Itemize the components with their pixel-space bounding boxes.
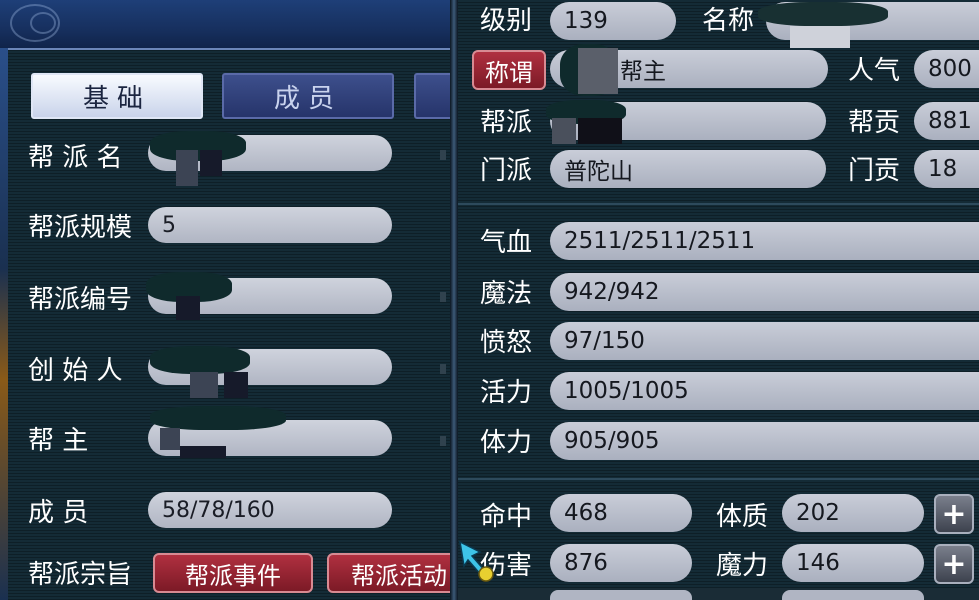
sect-value: 普陀山 [564, 159, 633, 185]
redacted-mask [224, 372, 248, 398]
partial-field [550, 590, 692, 600]
stat-field-rage: 97/150 [550, 322, 979, 360]
scroll-marker [440, 364, 446, 374]
sect-contribution-label: 门贡 [848, 156, 901, 186]
redacted-mask [758, 2, 888, 26]
contribution-label: 帮贡 [848, 108, 901, 138]
members-label: 成 员 [28, 498, 89, 528]
redacted-mask [150, 346, 250, 374]
tab-members[interactable]: 成员 [222, 73, 394, 119]
accuracy-label: 命中 [480, 502, 533, 532]
guild-size-value: 5 [162, 212, 176, 238]
level-label: 级别 [480, 6, 533, 36]
guild-info-panel: 基础 成员 帮 派 名 帮派规模 5 帮派编号 创 始 人 帮 主 成 员 58… [0, 0, 477, 600]
stat-label-rage: 愤怒 [480, 328, 533, 358]
constitution-label: 体质 [716, 502, 769, 532]
window-frame-edge [0, 48, 8, 600]
popularity-label: 人气 [848, 56, 901, 86]
leader-label: 帮 主 [28, 426, 89, 456]
stat-label-hp: 气血 [480, 228, 533, 258]
header-swirl-ornament [30, 12, 56, 34]
popularity-field: 800 [914, 50, 979, 88]
sect-label: 门派 [480, 156, 533, 186]
redacted-mask [578, 48, 618, 94]
redacted-mask [578, 118, 622, 144]
stat-field-vitality: 1005/1005 [550, 372, 979, 410]
scroll-marker [440, 150, 446, 160]
redacted-mask [552, 118, 576, 144]
redacted-mask [790, 26, 850, 48]
stat-label-mp: 魔法 [480, 279, 533, 309]
scroll-marker [440, 292, 446, 302]
members-field: 58/78/160 [148, 492, 392, 528]
contribution-value: 881 [928, 108, 972, 134]
stat-value-rage: 97/150 [564, 328, 645, 354]
constitution-value: 202 [796, 500, 840, 526]
redacted-mask [180, 446, 226, 458]
title-button[interactable]: 称谓 [472, 50, 546, 90]
guild-events-button-label: 帮派事件 [185, 561, 281, 590]
level-value: 139 [564, 8, 608, 34]
guild-activities-button-label: 帮派活动 [351, 561, 447, 590]
partial-field [782, 590, 924, 600]
stat-value-vitality: 1005/1005 [564, 378, 689, 404]
sect-contribution-value: 18 [928, 156, 958, 182]
plus-icon: + [941, 546, 967, 582]
section-divider [458, 478, 979, 480]
guild-id-label: 帮派编号 [28, 285, 133, 315]
stat-label-stamina: 体力 [480, 428, 533, 458]
sect-field: 普陀山 [550, 150, 826, 188]
level-field: 139 [550, 2, 676, 40]
founder-label: 创 始 人 [28, 356, 123, 386]
tab-members-label: 成员 [273, 83, 342, 114]
magic-field: 146 [782, 544, 924, 582]
magic-label: 魔力 [716, 551, 769, 581]
stat-field-hp: 2511/2511/2511 [550, 222, 979, 260]
stat-value-stamina: 905/905 [564, 428, 660, 454]
contribution-field: 881 [914, 102, 979, 140]
guild-size-label: 帮派规模 [28, 213, 133, 243]
damage-value: 876 [564, 550, 608, 576]
stat-field-stamina: 905/905 [550, 422, 979, 460]
section-divider [458, 203, 979, 205]
stat-label-vitality: 活力 [480, 378, 533, 408]
title-value: 帮主 [620, 59, 666, 85]
sect-contribution-field: 18 [914, 150, 979, 188]
redacted-mask [200, 150, 222, 176]
redacted-mask [150, 406, 286, 430]
panel-header [0, 0, 456, 50]
constitution-field: 202 [782, 494, 924, 532]
faction-label: 帮派 [480, 108, 533, 138]
accuracy-value: 468 [564, 500, 608, 526]
tab-basic-label: 基础 [82, 83, 151, 114]
magic-value: 146 [796, 550, 840, 576]
redacted-mask [150, 131, 246, 161]
accuracy-field: 468 [550, 494, 692, 532]
redacted-mask [176, 296, 200, 320]
plus-icon: + [941, 496, 967, 532]
name-label: 名称 [702, 6, 755, 36]
stat-value-mp: 942/942 [564, 279, 660, 305]
guild-name-label: 帮 派 名 [28, 143, 123, 173]
add-constitution-button[interactable]: + [934, 494, 974, 534]
tab-basic[interactable]: 基础 [31, 73, 203, 119]
panel-divider [450, 0, 458, 600]
stat-field-mp: 942/942 [550, 273, 979, 311]
redacted-mask [190, 372, 218, 398]
redacted-mask [176, 150, 198, 186]
damage-field: 876 [550, 544, 692, 582]
popularity-value: 800 [928, 56, 972, 82]
title-button-label: 称谓 [485, 58, 533, 87]
cursor-wand-icon [459, 540, 494, 582]
guild-size-field: 5 [148, 207, 392, 243]
add-magic-button[interactable]: + [934, 544, 974, 584]
guild-purpose-label: 帮派宗旨 [28, 560, 133, 590]
members-value: 58/78/160 [162, 497, 275, 523]
guild-events-button[interactable]: 帮派事件 [153, 553, 313, 593]
redacted-mask [160, 428, 180, 450]
scroll-marker [440, 436, 446, 446]
bottom-row-partial [458, 588, 979, 600]
stat-value-hp: 2511/2511/2511 [564, 228, 756, 254]
